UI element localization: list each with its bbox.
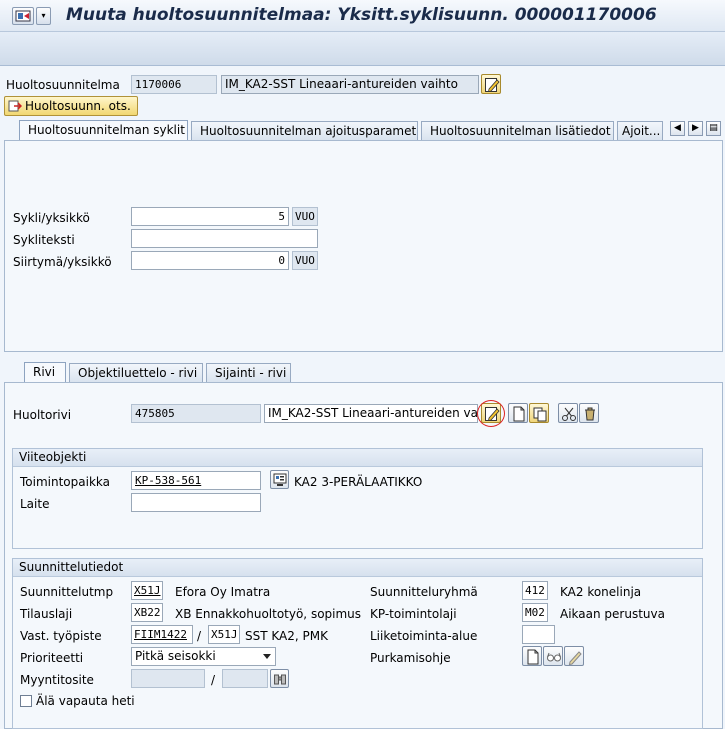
floc-description: KA2 3-PERÄLAATIKKO	[294, 475, 423, 489]
sales-document-field[interactable]	[131, 669, 205, 688]
cycle-value-field[interactable]: 5	[131, 207, 289, 226]
sales-document-search-button[interactable]	[270, 669, 289, 688]
work-center-plant-field[interactable]: X51J	[208, 625, 240, 644]
order-type-field[interactable]: XB22	[131, 603, 163, 622]
item-text-field[interactable]: IM_KA2-SST Lineaari-antureiden vaih…	[264, 404, 478, 423]
planner-group-label: Suunnitteluryhmä	[370, 585, 478, 599]
tab-scroll-right-icon[interactable]: ▶	[688, 121, 703, 136]
tab-object-list[interactable]: Objektiluettelo - rivi	[69, 363, 203, 383]
cycle-text-label: Sykliteksti	[13, 233, 75, 247]
priority-label: Prioriteetti	[20, 651, 84, 665]
menu-dropdown-icon[interactable]: ▾	[36, 7, 51, 25]
split-item-button[interactable]	[558, 403, 578, 423]
new-document-icon	[513, 406, 525, 422]
cycles-panel	[4, 140, 723, 352]
work-center-description: SST KA2, PMK	[245, 629, 328, 643]
highlight-circle	[477, 400, 505, 427]
window-title: Muuta huoltosuunnitelmaa: Yksitt.syklisu…	[66, 5, 657, 25]
glasses-icon	[547, 652, 561, 662]
tab-scroll-left-icon[interactable]: ◀	[670, 121, 685, 136]
cycle-label: Sykli/yksikkö	[13, 211, 90, 225]
planner-group-field[interactable]: 412	[522, 581, 548, 600]
priority-select[interactable]: Pitkä seisokki	[131, 647, 276, 666]
edit-long-text-button[interactable]	[481, 74, 501, 94]
system-menu-icon[interactable]	[12, 7, 34, 25]
tab-plan-cycles[interactable]: Huoltosuunnitelman syklit	[19, 120, 188, 141]
order-type-label: Tilauslaji	[20, 607, 73, 621]
plan-header-button-label: Huoltosuunn. ots.	[25, 99, 131, 113]
offset-value-field[interactable]: 0	[131, 251, 289, 270]
activity-type-label: KP-toimintolaji	[370, 607, 457, 621]
floc-display-button[interactable]	[270, 470, 289, 489]
header-arrow-icon	[8, 100, 22, 112]
cycle-text-field[interactable]	[131, 229, 318, 248]
plan-header-button[interactable]: Huoltosuunn. ots.	[4, 96, 138, 116]
plan-text-field[interactable]: IM_KA2-SST Lineaari-antureiden vaihto	[221, 75, 479, 94]
delete-item-button[interactable]	[579, 403, 599, 423]
tab-additional-data[interactable]: Huoltosuunnitelman lisätiedot	[421, 121, 614, 141]
work-center-field[interactable]: FIIM1422	[131, 625, 193, 644]
work-center-label: Vast. työpiste	[20, 629, 102, 643]
plan-number-field[interactable]: 1170006	[131, 75, 217, 94]
activity-type-field[interactable]: M02	[522, 603, 548, 622]
offset-label: Siirtymä/yksikkö	[13, 255, 112, 269]
title-bar: ▾ Muuta huoltosuunnitelmaa: Yksitt.sykli…	[0, 0, 725, 32]
copy-item-button[interactable]	[529, 403, 549, 423]
planning-plant-label: Suunnittelutmp	[20, 585, 114, 599]
binoculars-icon	[274, 674, 286, 685]
sales-document-label: Myyntitosite	[20, 673, 94, 687]
business-area-field[interactable]	[522, 625, 555, 644]
floc-value: KP-538-561	[135, 474, 202, 487]
planning-plant-value: X51J	[134, 584, 161, 597]
work-center-separator: /	[197, 629, 202, 643]
planning-plant-field[interactable]: X51J	[131, 581, 163, 600]
work-center-value: FIIM1422	[134, 628, 187, 641]
sales-document-separator: /	[211, 673, 216, 687]
equipment-label: Laite	[20, 497, 50, 511]
reference-object-group: Viiteobjekti	[12, 448, 703, 549]
offset-unit-field[interactable]: VUO	[292, 251, 318, 270]
trash-icon	[585, 407, 595, 421]
planning-data-title: Suunnittelutiedot	[13, 559, 702, 577]
task-list-display-button[interactable]	[543, 646, 563, 666]
task-list-label: Purkamisohje	[370, 651, 451, 665]
planning-plant-description: Efora Oy Imatra	[175, 585, 271, 599]
floc-label: Toimintopaikka	[20, 475, 110, 489]
no-release-checkbox[interactable]	[20, 695, 32, 707]
object-display-icon	[273, 473, 287, 486]
activity-type-description: Aikaan perustuva	[560, 607, 665, 621]
business-area-label: Liiketoiminta-alue	[370, 629, 478, 643]
plan-label: Huoltosuunnitelma	[6, 78, 120, 92]
sales-document-item-field[interactable]	[222, 669, 268, 688]
priority-value: Pitkä seisokki	[135, 649, 216, 663]
floc-field[interactable]: KP-538-561	[131, 471, 261, 490]
tab-scheduling-parameters[interactable]: Huoltosuunnitelman ajoitusparametrit	[191, 121, 418, 141]
tab-scheduling-more[interactable]: Ajoit...	[617, 121, 663, 141]
copy-document-icon	[533, 407, 547, 422]
tab-location[interactable]: Sijainti - rivi	[206, 363, 291, 383]
application-toolbar	[0, 32, 725, 66]
cycle-unit-field[interactable]: VUO	[292, 207, 318, 226]
pencil-edit-icon	[485, 78, 500, 93]
task-list-create-button[interactable]	[522, 646, 542, 666]
reference-object-title: Viiteobjekti	[13, 449, 702, 467]
scissors-icon	[562, 407, 576, 421]
no-release-label: Älä vapauta heti	[36, 694, 135, 708]
task-list-change-button[interactable]	[564, 646, 584, 666]
order-type-description: XB Ennakkohuoltotyö, sopimus	[175, 607, 362, 621]
pencil-icon	[568, 651, 582, 665]
planner-group-description: KA2 konelinja	[560, 585, 642, 599]
create-item-button[interactable]	[508, 403, 528, 423]
item-number-field[interactable]: 475805	[131, 404, 261, 423]
equipment-field[interactable]	[131, 493, 261, 512]
new-document-icon	[527, 649, 539, 665]
item-label: Huoltorivi	[13, 408, 72, 422]
chevron-down-icon	[263, 654, 271, 659]
tab-list-icon[interactable]: ▤	[706, 121, 721, 136]
tab-item[interactable]: Rivi	[24, 362, 66, 383]
